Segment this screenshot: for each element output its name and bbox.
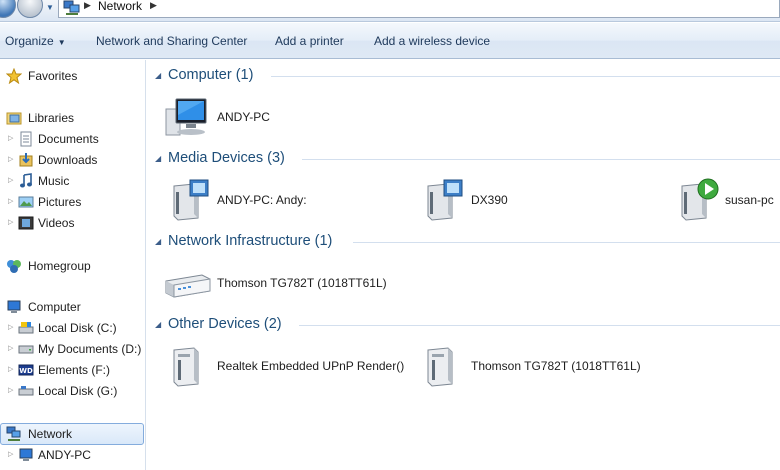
computer-icon [7,300,21,313]
media-server-icon [427,179,463,221]
network-sharing-center-button[interactable]: Network and Sharing Center [96,34,247,48]
expand-arrow-icon[interactable]: ▷ [8,171,13,191]
nav-network-andy-pc[interactable]: ▷ ANDY-PC [0,445,140,465]
add-printer-button[interactable]: Add a printer [275,34,344,48]
collapse-arrow-icon[interactable]: ◢ [155,154,161,163]
device-andy-pc[interactable]: ANDY-PC [164,95,384,139]
nav-network[interactable]: Network [0,424,144,444]
address-box[interactable]: ▶ Network ▶ [58,0,780,18]
videos-icon [18,216,34,230]
nav-item-music[interactable]: ▷ Music [0,171,140,191]
group-header-computer[interactable]: ◢ Computer (1) [155,67,780,85]
expand-arrow-icon[interactable]: ▷ [8,318,13,338]
nav-favorites[interactable]: Favorites [0,66,140,86]
homegroup-icon [7,260,21,273]
group-divider [353,242,780,243]
organize-button[interactable]: Organize ▼ [5,34,66,48]
media-device-dx390[interactable]: DX390 [418,178,638,222]
recent-pages-button[interactable]: ▼ [45,3,55,13]
computer-icon [19,448,33,461]
network-icon [6,426,21,441]
removable-disk-icon [18,386,34,396]
local-disk-icon [18,322,34,334]
forward-button[interactable] [17,0,43,18]
breadcrumb-network[interactable]: Network [98,0,142,13]
device-realtek-render[interactable]: Realtek Embedded UPnP Render() [164,344,418,388]
chevron-down-icon: ▼ [57,38,66,47]
collapse-arrow-icon[interactable]: ◢ [155,320,161,329]
group-divider [302,159,780,160]
nav-homegroup[interactable]: Homegroup [0,256,140,276]
computer-icon [165,98,207,136]
breadcrumb-arrow-icon[interactable]: ▶ [84,0,91,11]
nav-drive-d[interactable]: ▷ My Documents (D:) [0,339,146,359]
generic-device-icon [173,347,199,387]
content-pane: ◢ Computer (1) ANDY-PC ◢ Media Devices (… [147,60,780,470]
group-divider [271,76,780,77]
add-wireless-device-button[interactable]: Add a wireless device [374,34,490,48]
nav-item-pictures[interactable]: ▷ Pictures [0,192,140,212]
media-server-icon [173,179,209,221]
libraries-icon [6,112,22,125]
expand-arrow-icon[interactable]: ▷ [8,129,13,149]
group-header-media-devices[interactable]: ◢ Media Devices (3) [155,150,780,168]
device-thomson-router[interactable]: Thomson TG782T (1018TT61L) [164,261,424,305]
breadcrumb-arrow-icon[interactable]: ▶ [150,0,157,11]
downloads-icon [19,153,33,167]
expand-arrow-icon[interactable]: ▷ [8,360,13,380]
expand-arrow-icon[interactable]: ▷ [8,445,13,465]
nav-drive-f[interactable]: ▷ WD Elements (F:) [0,360,140,380]
nav-item-documents[interactable]: ▷ Documents [0,129,140,149]
nav-item-downloads[interactable]: ▷ Downloads [0,150,140,170]
collapse-arrow-icon[interactable]: ◢ [155,71,161,80]
nav-item-videos[interactable]: ▷ Videos [0,213,140,233]
navigation-pane: Favorites Libraries ▷ Documents ▷ Downlo… [0,60,146,470]
group-divider [299,325,780,326]
svg-text:WD: WD [19,367,33,375]
nav-drive-g[interactable]: ▷ Local Disk (G:) [0,381,140,401]
nav-computer[interactable]: Computer [0,297,140,317]
media-device-andy-pc[interactable]: ANDY-PC: Andy: [164,178,384,222]
group-header-other-devices[interactable]: ◢ Other Devices (2) [155,316,780,334]
group-header-network-infrastructure[interactable]: ◢ Network Infrastructure (1) [155,233,780,251]
expand-arrow-icon[interactable]: ▷ [8,339,13,359]
drive-icon [18,345,34,354]
device-thomson-other[interactable]: Thomson TG782T (1018TT61L) [418,344,678,388]
nav-drive-c[interactable]: ▷ Local Disk (C:) [0,318,140,338]
address-bar: ▼ ▶ Network ▶ [0,0,780,22]
expand-arrow-icon[interactable]: ▷ [8,381,13,401]
expand-arrow-icon[interactable]: ▷ [8,150,13,170]
pictures-icon [18,196,34,208]
network-icon [63,0,80,15]
media-device-susan-pc[interactable]: susan-pc [672,178,780,222]
expand-arrow-icon[interactable]: ▷ [8,213,13,233]
back-button[interactable] [0,0,16,18]
expand-arrow-icon[interactable]: ▷ [8,192,13,212]
media-player-icon [681,178,719,221]
nav-libraries[interactable]: Libraries [0,108,140,128]
router-icon [165,274,211,298]
command-bar: Organize ▼ Network and Sharing Center Add… [0,23,780,59]
generic-device-icon [427,347,453,387]
organize-label: Organize [5,34,54,48]
documents-icon [20,131,32,147]
star-icon [6,68,22,84]
collapse-arrow-icon[interactable]: ◢ [155,237,161,246]
music-icon [20,173,32,188]
wd-drive-icon: WD [18,364,34,376]
